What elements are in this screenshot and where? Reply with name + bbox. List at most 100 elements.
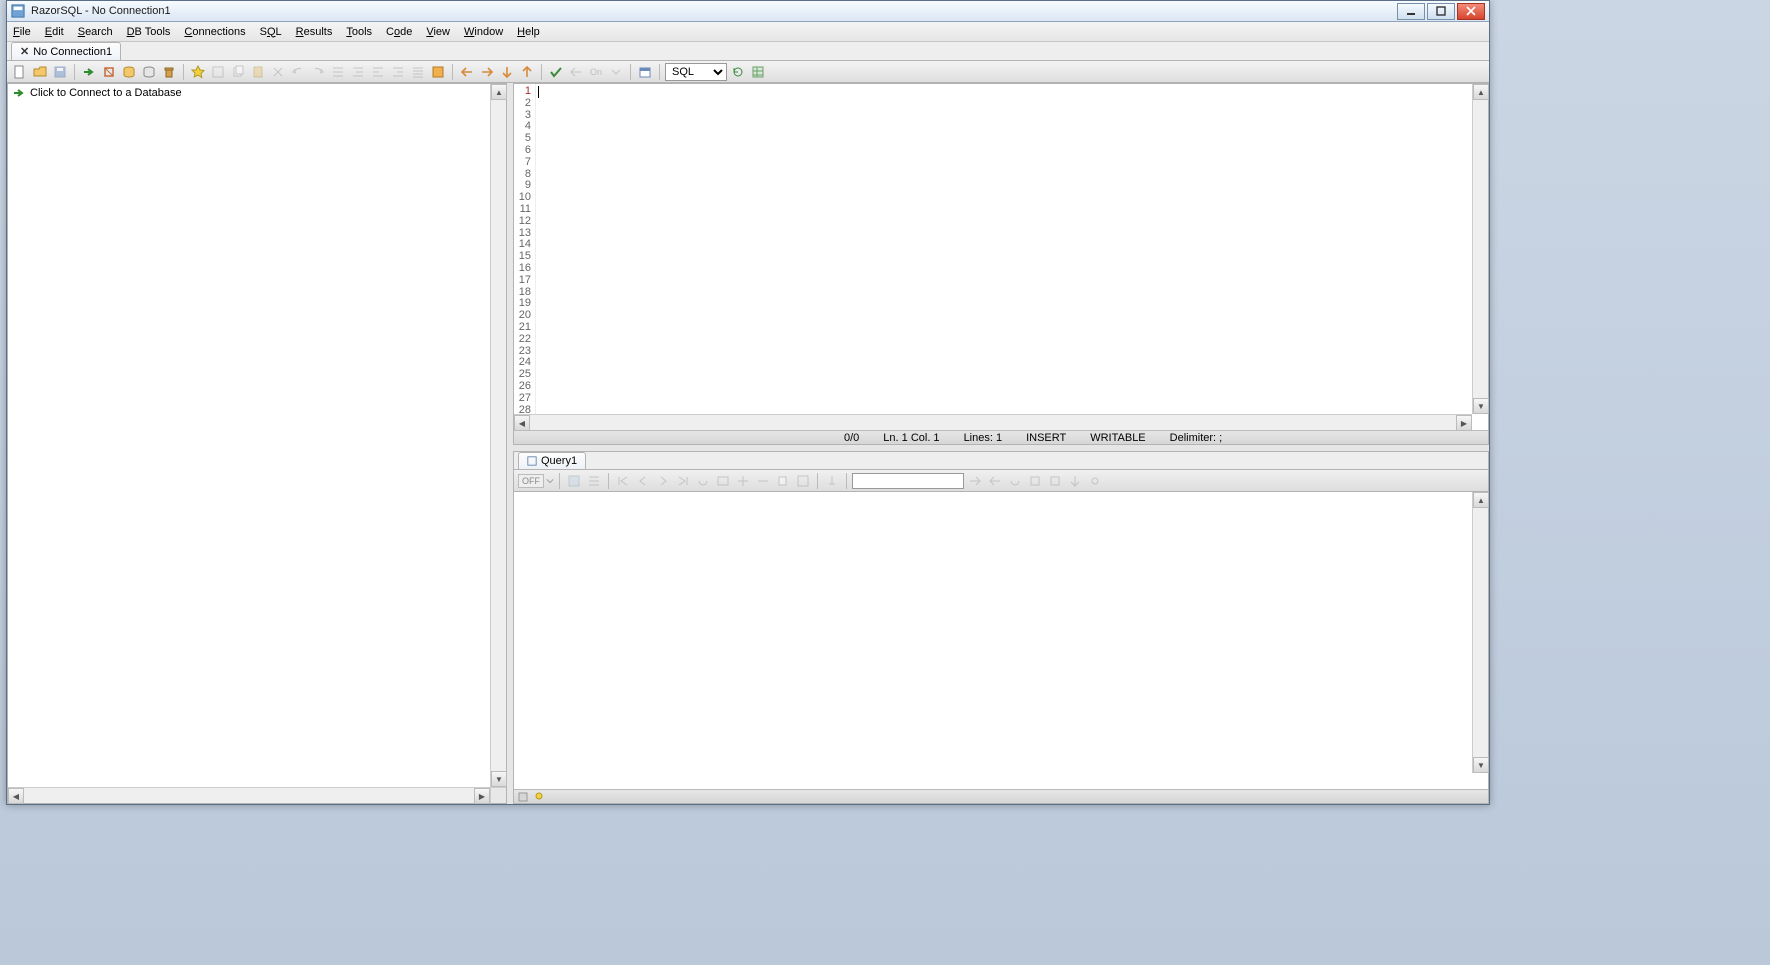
off-toggle[interactable]: OFF	[518, 474, 544, 488]
db-tool-button[interactable]	[140, 63, 158, 81]
status-mode: INSERT	[1026, 432, 1066, 444]
search-prev-button[interactable]	[986, 472, 1004, 490]
scroll-down-icon[interactable]: ▼	[1473, 398, 1489, 414]
menu-view[interactable]: View	[426, 26, 450, 38]
result-pin-button[interactable]	[823, 472, 841, 490]
scroll-left-icon[interactable]: ◀	[514, 415, 530, 431]
scroll-up-icon[interactable]: ▲	[1473, 84, 1489, 100]
scroll-down-icon[interactable]: ▼	[1473, 757, 1489, 773]
tb-paste-button[interactable]	[249, 63, 267, 81]
execute-selection-button[interactable]	[209, 63, 227, 81]
editor-hscrollbar[interactable]: ◀ ▶	[514, 414, 1472, 430]
scroll-up-icon[interactable]: ▲	[1473, 492, 1489, 508]
connect-prompt-label: Click to Connect to a Database	[30, 87, 182, 99]
scroll-right-icon[interactable]: ▶	[1456, 415, 1472, 431]
calendar-button[interactable]	[636, 63, 654, 81]
result-list-button[interactable]	[585, 472, 603, 490]
syntax-select[interactable]: SQL	[665, 63, 727, 81]
status-db-icon	[518, 792, 528, 802]
result-last-button[interactable]	[674, 472, 692, 490]
status-lncol: Ln. 1 Col. 1	[883, 432, 939, 444]
dropdown-button[interactable]	[607, 63, 625, 81]
connect-icon	[12, 86, 26, 100]
app-icon	[11, 4, 25, 18]
result-save-button[interactable]	[565, 472, 583, 490]
tb-cut-button[interactable]	[269, 63, 287, 81]
result-copy-button[interactable]	[774, 472, 792, 490]
search-next-button[interactable]	[966, 472, 984, 490]
execute-button[interactable]	[189, 63, 207, 81]
menu-search[interactable]: Search	[78, 26, 113, 38]
nav-back-button[interactable]	[458, 63, 476, 81]
nav-forward-button[interactable]	[478, 63, 496, 81]
menu-code[interactable]: Code	[386, 26, 412, 38]
new-file-button[interactable]	[11, 63, 29, 81]
nav-hscrollbar[interactable]: ◀ ▶	[8, 787, 490, 803]
result-prev-button[interactable]	[634, 472, 652, 490]
menu-tools[interactable]: Tools	[346, 26, 372, 38]
save-button[interactable]	[51, 63, 69, 81]
align-right-button[interactable]	[389, 63, 407, 81]
table-button[interactable]	[749, 63, 767, 81]
close-button[interactable]	[1457, 3, 1485, 20]
code-area[interactable]	[536, 84, 1488, 444]
tool-b-button[interactable]	[1046, 472, 1064, 490]
menu-help[interactable]: Help	[517, 26, 540, 38]
result-search-input[interactable]	[852, 473, 964, 489]
menu-sql[interactable]: SQL	[260, 26, 282, 38]
check-button[interactable]	[547, 63, 565, 81]
tb-undo-button[interactable]	[289, 63, 307, 81]
open-file-button[interactable]	[31, 63, 49, 81]
tb-redo-button[interactable]	[309, 63, 327, 81]
nav-up-button[interactable]	[518, 63, 536, 81]
db-browse-button[interactable]	[120, 63, 138, 81]
nav-down-button[interactable]	[498, 63, 516, 81]
result-grid[interactable]: ▲ ▼	[514, 492, 1488, 789]
menu-connections[interactable]: Connections	[184, 26, 245, 38]
connect-button[interactable]	[80, 63, 98, 81]
menu-results[interactable]: Results	[296, 26, 333, 38]
result-export-button[interactable]	[794, 472, 812, 490]
result-refresh-button[interactable]	[694, 472, 712, 490]
result-next-button[interactable]	[654, 472, 672, 490]
result-add-button[interactable]	[734, 472, 752, 490]
highlight-button[interactable]	[429, 63, 447, 81]
back-arrow-button[interactable]	[567, 63, 585, 81]
status-delimiter: Delimiter: ;	[1170, 432, 1223, 444]
connect-prompt[interactable]: Click to Connect to a Database	[8, 84, 506, 102]
align-left-button[interactable]	[369, 63, 387, 81]
close-tab-icon[interactable]: ✕	[20, 45, 29, 58]
scroll-down-icon[interactable]: ▼	[491, 771, 507, 787]
scroll-left-icon[interactable]: ◀	[8, 788, 24, 804]
delete-button[interactable]	[160, 63, 178, 81]
result-tab[interactable]: Query1	[518, 452, 586, 469]
tool-a-button[interactable]	[1026, 472, 1044, 490]
menu-window[interactable]: Window	[464, 26, 503, 38]
menu-file[interactable]: File	[13, 26, 31, 38]
editor-vscrollbar[interactable]: ▲ ▼	[1472, 84, 1488, 414]
menu-edit[interactable]: Edit	[45, 26, 64, 38]
search-refresh-button[interactable]	[1006, 472, 1024, 490]
scroll-up-icon[interactable]: ▲	[491, 84, 507, 100]
connection-tab[interactable]: ✕ No Connection1	[11, 42, 121, 60]
menu-db-tools[interactable]: DB Tools	[127, 26, 171, 38]
nav-vscrollbar[interactable]: ▲ ▼	[490, 84, 506, 787]
indent-button[interactable]	[329, 63, 347, 81]
toggle-button[interactable]: On	[587, 63, 605, 81]
minimize-button[interactable]	[1397, 3, 1425, 20]
refresh-syntax-button[interactable]	[729, 63, 747, 81]
outdent-button[interactable]	[349, 63, 367, 81]
tool-gear-button[interactable]	[1086, 472, 1104, 490]
tb-copy-button[interactable]	[229, 63, 247, 81]
chevron-down-icon[interactable]	[546, 477, 554, 485]
titlebar[interactable]: RazorSQL - No Connection1	[7, 1, 1489, 22]
result-vscrollbar[interactable]: ▲ ▼	[1472, 492, 1488, 773]
scroll-right-icon[interactable]: ▶	[474, 788, 490, 804]
maximize-button[interactable]	[1427, 3, 1455, 20]
tool-down-button[interactable]	[1066, 472, 1084, 490]
format-button[interactable]	[409, 63, 427, 81]
result-first-button[interactable]	[614, 472, 632, 490]
disconnect-button[interactable]	[100, 63, 118, 81]
result-remove-button[interactable]	[754, 472, 772, 490]
result-rows-button[interactable]	[714, 472, 732, 490]
